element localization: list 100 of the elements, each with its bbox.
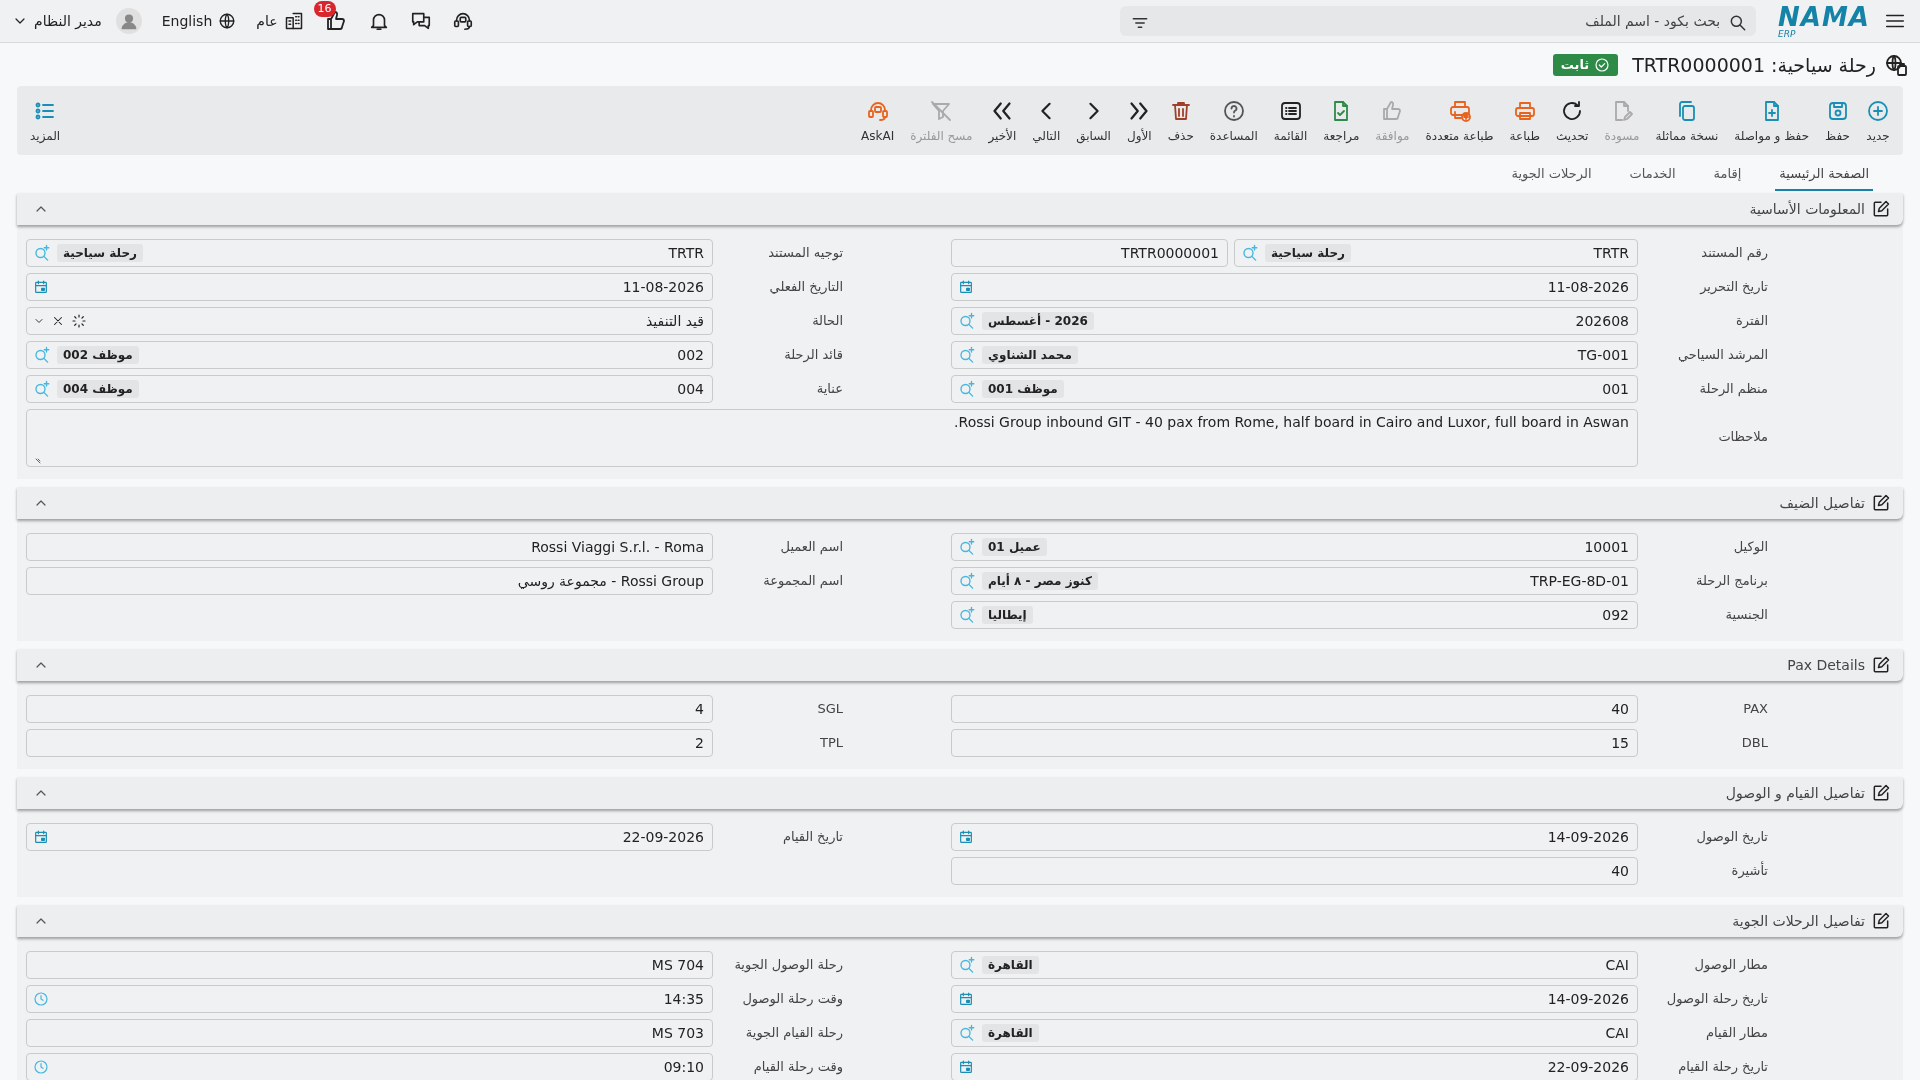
lookup-chip: القاهرة bbox=[982, 956, 1039, 974]
calendar-icon[interactable] bbox=[958, 279, 974, 295]
search-plus-icon[interactable] bbox=[958, 380, 976, 398]
field-label: اسم العميل bbox=[779, 538, 843, 557]
globe-suitcase-icon bbox=[1884, 52, 1908, 77]
calendar-icon[interactable] bbox=[33, 829, 49, 845]
field-label: عناية bbox=[815, 380, 843, 398]
clock-icon[interactable] bbox=[33, 1059, 49, 1075]
search-plus-icon[interactable] bbox=[958, 606, 976, 624]
toolbar-button[interactable]: الأخير bbox=[981, 94, 1024, 147]
toolbar-button[interactable]: مراجعة bbox=[1316, 94, 1367, 147]
search-plus-icon[interactable] bbox=[958, 956, 976, 974]
toolbar-button[interactable]: حذف bbox=[1160, 94, 1201, 147]
calendar-icon[interactable] bbox=[33, 279, 49, 295]
lookup-chip: 2026 - أغسطس bbox=[982, 312, 1094, 330]
printer-plus-icon bbox=[1447, 98, 1472, 123]
field-label: تاريخ القيام bbox=[781, 828, 843, 846]
date-field[interactable]: 22-09-2026 bbox=[26, 823, 713, 851]
search-plus-icon[interactable] bbox=[958, 538, 976, 556]
toolbar-button[interactable]: حفظ و مواصلة bbox=[1727, 94, 1817, 147]
edit-icon[interactable] bbox=[1871, 493, 1891, 513]
text-field[interactable]: Rossi Group - مجموعة روسي bbox=[26, 567, 713, 595]
text-field[interactable]: MS 703 bbox=[26, 1019, 713, 1047]
check-circle-icon bbox=[1594, 56, 1611, 73]
text-field[interactable]: 40 bbox=[951, 857, 1638, 885]
clock-icon[interactable] bbox=[33, 991, 49, 1007]
date-field[interactable]: 14-09-2026 bbox=[951, 985, 1638, 1013]
toolbar-button[interactable]: جديد bbox=[1859, 94, 1897, 147]
calendar-icon[interactable] bbox=[958, 829, 974, 845]
search-plus-icon[interactable] bbox=[958, 572, 976, 590]
field-label: المرشد السياحي bbox=[1676, 346, 1768, 365]
section-title: تفاصيل الضيف bbox=[1779, 495, 1865, 511]
search-plus-icon[interactable] bbox=[33, 346, 51, 364]
date-field[interactable]: 11-08-2026 bbox=[951, 273, 1638, 301]
toolbar-button[interactable]: السابق bbox=[1069, 94, 1118, 147]
text-field[interactable]: 40 bbox=[951, 695, 1638, 723]
field-label: الجنسية bbox=[1724, 606, 1768, 624]
toolbar-button[interactable]: تحديث bbox=[1548, 94, 1596, 147]
text-field[interactable]: 2 bbox=[26, 729, 713, 757]
chat-icon[interactable] bbox=[409, 10, 432, 32]
toolbar-button[interactable]: حفظ bbox=[1818, 94, 1857, 147]
calendar-icon[interactable] bbox=[958, 1059, 974, 1075]
edit-icon[interactable] bbox=[1871, 199, 1891, 219]
tab[interactable]: إقامة bbox=[1709, 157, 1746, 191]
filter-off-icon bbox=[929, 98, 954, 123]
date-field[interactable]: 14-09-2026 bbox=[951, 823, 1638, 851]
edit-icon[interactable] bbox=[1871, 655, 1891, 675]
search-plus-icon[interactable] bbox=[33, 244, 51, 262]
field-label: التاريخ الفعلي bbox=[768, 278, 843, 296]
toolbar-button[interactable]: نسخة مماثلة bbox=[1648, 94, 1726, 147]
time-field[interactable]: 14:35 bbox=[26, 985, 713, 1013]
avatar[interactable] bbox=[115, 8, 142, 34]
language-link[interactable]: English bbox=[161, 13, 213, 29]
headset-icon[interactable] bbox=[451, 10, 474, 32]
branch-link[interactable]: عام bbox=[256, 13, 278, 29]
field-label: مطار القيام bbox=[1704, 1024, 1768, 1042]
user-name[interactable]: مدير النظام bbox=[34, 13, 102, 29]
tab[interactable]: الرحلات الجوية bbox=[1507, 157, 1596, 191]
double-chevron-icon bbox=[1129, 100, 1150, 121]
logo[interactable]: NAMA ERP bbox=[1778, 3, 1870, 39]
edit-icon[interactable] bbox=[1871, 911, 1891, 931]
toolbar-button[interactable]: الأول bbox=[1119, 94, 1159, 147]
section-title: تفاصيل الرحلات الجوية bbox=[1732, 913, 1865, 929]
field-label: تاريخ رحلة القيام bbox=[1677, 1058, 1768, 1077]
text-field[interactable]: TRTR0000001 bbox=[951, 239, 1228, 267]
text-field[interactable]: Rossi Viaggi S.r.l. - Roma bbox=[26, 533, 713, 561]
toolbar-button[interactable]: طباعة متعددة bbox=[1418, 94, 1501, 147]
calendar-icon[interactable] bbox=[958, 991, 974, 1007]
search-field[interactable]: بحث بكود - اسم الملف bbox=[1120, 6, 1757, 36]
search-plus-icon[interactable] bbox=[1241, 244, 1259, 262]
toolbar-button[interactable]: AskAI bbox=[854, 94, 902, 147]
toolbar-button[interactable]: القائمة bbox=[1266, 94, 1315, 147]
time-field[interactable]: 09:10 bbox=[26, 1053, 713, 1080]
text-field[interactable]: 15 bbox=[951, 729, 1638, 757]
tab[interactable]: الخدمات bbox=[1625, 157, 1680, 191]
toolbar-button[interactable]: طباعة bbox=[1502, 94, 1547, 147]
notes-field[interactable]: Rossi Group inbound GIT - 40 pax from Rome, half board in Cairo and Luxor, full board in Aswan. bbox=[26, 409, 1638, 467]
field-label: تاريخ رحلة الوصول bbox=[1665, 990, 1768, 1009]
globe-icon[interactable] bbox=[218, 12, 237, 30]
text-field[interactable]: 4 bbox=[26, 695, 713, 723]
field-label: توجيه المستند bbox=[767, 244, 843, 263]
building-icon[interactable] bbox=[283, 11, 304, 31]
search-plus-icon[interactable] bbox=[958, 1024, 976, 1042]
text-field[interactable]: MS 704 bbox=[26, 951, 713, 979]
lookup-chip: موظف 002 bbox=[57, 346, 139, 364]
edit-icon[interactable] bbox=[1871, 783, 1891, 803]
search-plus-icon[interactable] bbox=[958, 312, 976, 330]
tab[interactable]: الصفحة الرئيسية bbox=[1775, 157, 1873, 191]
status-dropdown[interactable]: قيد التنفيذ bbox=[26, 307, 713, 335]
field-label: منظم الرحلة bbox=[1698, 380, 1768, 399]
field-label: قائد الرحلة bbox=[783, 346, 843, 365]
date-field[interactable]: 22-09-2026 bbox=[951, 1053, 1638, 1080]
lookup-chip: رحلة سياحية bbox=[57, 244, 143, 262]
search-plus-icon[interactable] bbox=[33, 380, 51, 398]
clear-icon[interactable] bbox=[51, 314, 65, 328]
toolbar-button[interactable]: المساعدة bbox=[1202, 94, 1265, 147]
date-field[interactable]: 11-08-2026 bbox=[26, 273, 713, 301]
more-button[interactable]: المزيد bbox=[23, 94, 68, 147]
search-plus-icon[interactable] bbox=[958, 346, 976, 364]
toolbar-button[interactable]: التالي bbox=[1025, 94, 1068, 147]
